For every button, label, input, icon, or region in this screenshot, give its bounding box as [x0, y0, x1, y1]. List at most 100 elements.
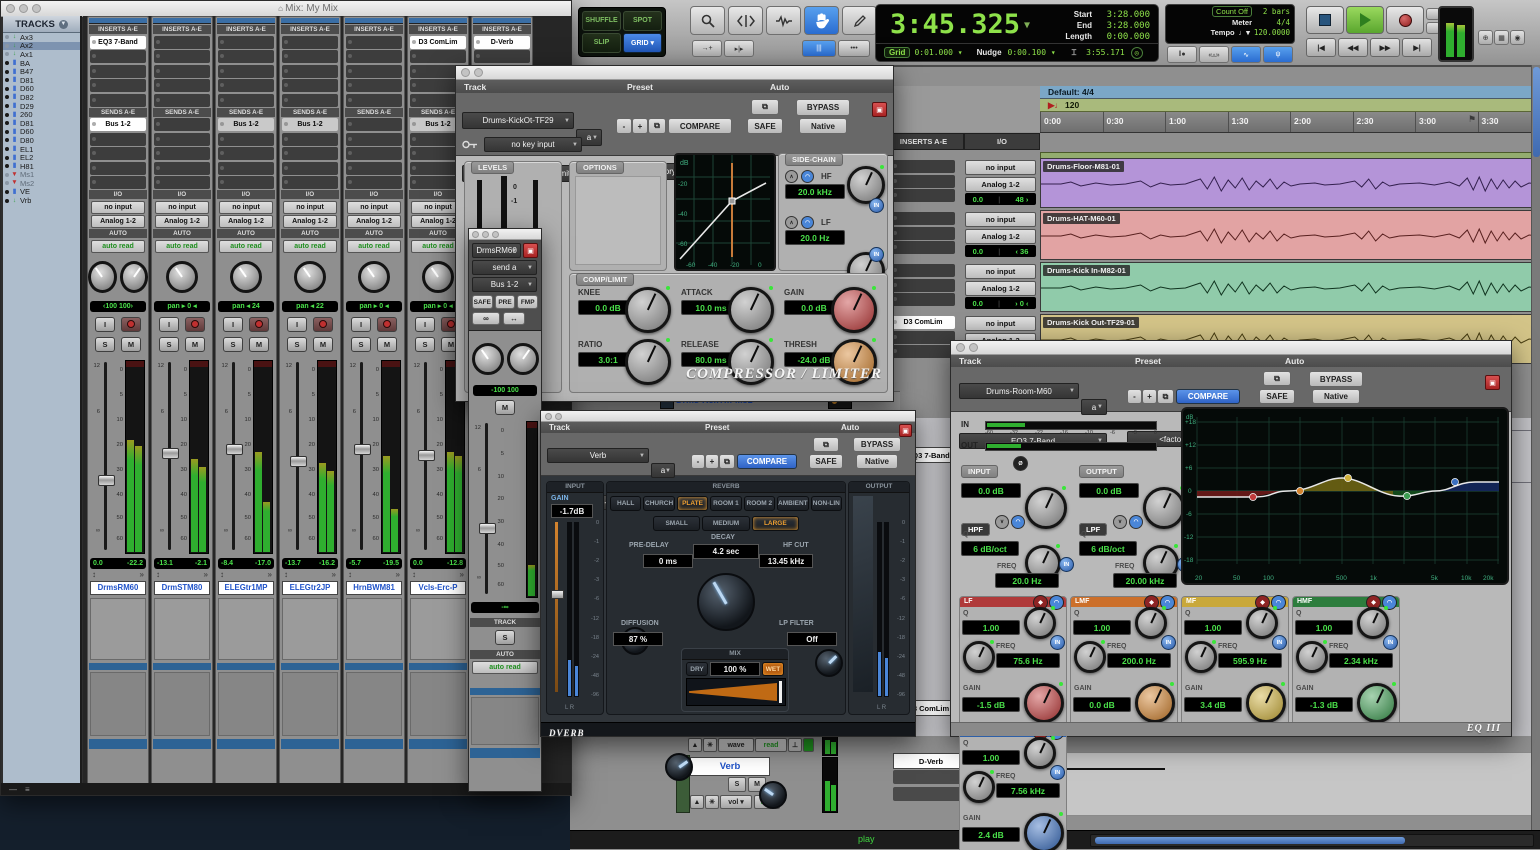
- track-height-button[interactable]: ⊥: [788, 738, 802, 752]
- tempo-ruler[interactable]: ▶♩120: [1040, 99, 1540, 112]
- input-selector[interactable]: no input: [347, 201, 401, 214]
- track-visibility-dot[interactable]: [5, 190, 9, 194]
- band-in-button[interactable]: IN: [1383, 635, 1398, 650]
- wet-button[interactable]: WET: [762, 662, 784, 676]
- send-slot[interactable]: [346, 147, 402, 160]
- track-visibility-dot[interactable]: [5, 61, 9, 65]
- librarian-icon[interactable]: ⧉: [648, 118, 666, 134]
- go-to-end-button[interactable]: ▶|: [1402, 38, 1432, 57]
- key-input-selector[interactable]: no key input▼: [484, 137, 582, 152]
- input-selector[interactable]: no input: [965, 212, 1036, 227]
- insert-slot-a[interactable]: [154, 36, 210, 49]
- input-selector[interactable]: no input: [965, 160, 1036, 175]
- tab-to-transient-button[interactable]: →+: [692, 40, 722, 57]
- updown-icon[interactable]: ↕: [284, 570, 288, 579]
- insert-slot[interactable]: [891, 293, 955, 306]
- track-visibility-dot[interactable]: [5, 130, 9, 134]
- vertical-scrollbar[interactable]: [1531, 65, 1540, 830]
- filter-knee-icon[interactable]: ◠: [1011, 515, 1025, 529]
- volume-pan-display[interactable]: 0.0|48 ›: [965, 193, 1036, 205]
- pan-knob[interactable]: [422, 261, 454, 293]
- insert-slot[interactable]: [282, 65, 338, 78]
- minimize-icon[interactable]: [19, 4, 28, 13]
- track-view-selector[interactable]: wave: [718, 738, 754, 752]
- timeline-ruler[interactable]: 0:000:301:001:302:002:303:003:30: [1040, 112, 1540, 133]
- send-slot[interactable]: [346, 176, 402, 189]
- input-monitor-button[interactable]: I: [159, 317, 179, 332]
- track-visibility-dot[interactable]: [5, 87, 9, 91]
- track-visibility-dot[interactable]: [5, 156, 9, 160]
- rewind-button[interactable]: ◀◀: [1338, 38, 1368, 57]
- dry-button[interactable]: DRY: [686, 662, 708, 676]
- send-pan-knob-left[interactable]: [472, 343, 504, 375]
- preset-plus-button[interactable]: +: [1142, 389, 1157, 404]
- track-visibility-dot[interactable]: [5, 173, 9, 177]
- insert-position-selector[interactable]: a▼: [651, 463, 675, 478]
- toolbar-extra-button-1[interactable]: ⊕: [1478, 30, 1493, 45]
- fader-cap[interactable]: [98, 475, 115, 486]
- mute-button[interactable]: M: [185, 337, 205, 352]
- track-visibility-dot[interactable]: [5, 138, 9, 142]
- tracks-list-item[interactable]: ▮ H81: [3, 162, 80, 171]
- target-button[interactable]: ▣: [1485, 375, 1500, 390]
- group-box[interactable]: [154, 672, 210, 736]
- insert-slot[interactable]: [346, 94, 402, 107]
- scrollbar-thumb[interactable]: [1533, 67, 1540, 157]
- automation-mode-selector[interactable]: auto read: [347, 240, 401, 253]
- preset-plus-button[interactable]: +: [705, 454, 719, 469]
- track-name-button[interactable]: ELEGtr1MP: [218, 581, 274, 595]
- mute-button[interactable]: M: [377, 337, 397, 352]
- polarity-button[interactable]: Ø: [1013, 456, 1028, 471]
- filter-type-icon[interactable]: ∨: [1113, 515, 1127, 529]
- send-safe-button[interactable]: SAFE: [472, 295, 493, 309]
- band-freq-display[interactable]: 200.0 Hz: [1107, 653, 1171, 668]
- algorithm-button[interactable]: ROOM 2: [744, 496, 775, 511]
- band-freq-knob[interactable]: [1296, 641, 1328, 673]
- band-q-knob[interactable]: [1024, 737, 1056, 769]
- hfcut-knob[interactable]: [815, 649, 843, 677]
- compare-button[interactable]: COMPARE: [1176, 389, 1240, 404]
- band-gain-display[interactable]: 2.4 dB: [962, 827, 1020, 842]
- track-name-button[interactable]: HrnBWM81: [346, 581, 402, 595]
- insert-slot[interactable]: [891, 279, 955, 292]
- insert-slot-a[interactable]: [346, 36, 402, 49]
- filter-shelf-icon[interactable]: ◠: [801, 170, 814, 183]
- insert-slot[interactable]: [891, 212, 955, 225]
- record-button[interactable]: [1386, 6, 1424, 34]
- tracks-list-item[interactable]: ▮ D60: [3, 85, 80, 94]
- send-mute-button[interactable]: M: [495, 400, 515, 415]
- lpf-freq-display[interactable]: 20.00 kHz: [1113, 573, 1177, 588]
- band-freq-knob[interactable]: [963, 771, 995, 803]
- insert-slot[interactable]: [154, 50, 210, 63]
- comments-box[interactable]: [282, 598, 338, 660]
- verb-insert-dverb[interactable]: D-Verb: [893, 753, 969, 769]
- updown-icon[interactable]: ↕: [412, 570, 416, 579]
- lpf-slope-display[interactable]: 6 dB/oct: [1079, 541, 1137, 556]
- mute-button[interactable]: M: [313, 337, 333, 352]
- fader-cap[interactable]: [162, 448, 179, 459]
- algorithm-button[interactable]: CHURCH: [643, 496, 674, 511]
- grabber-tool-button[interactable]: [804, 6, 839, 35]
- meter-ruler[interactable]: Default: 4/4: [1040, 86, 1540, 99]
- band-freq-knob[interactable]: [963, 641, 995, 673]
- band-in-button[interactable]: IN: [1050, 765, 1065, 780]
- tracks-list-item[interactable]: ▮ B47: [3, 67, 80, 76]
- insertion-follows-playback-button[interactable]: ▸|▸: [724, 40, 754, 57]
- horizontal-scrollbar[interactable]: [1090, 834, 1534, 847]
- drag-handle-icon[interactable]: —: [9, 785, 17, 794]
- send-automation-selector[interactable]: auto read: [472, 661, 538, 674]
- insert-slot[interactable]: [893, 787, 967, 801]
- track-visibility-dot[interactable]: [5, 121, 9, 125]
- track-view-speaker-icon[interactable]: ▲: [688, 738, 702, 752]
- stop-button[interactable]: [1306, 6, 1344, 34]
- send-slot[interactable]: [282, 147, 338, 160]
- insert-slot[interactable]: [154, 79, 210, 92]
- plugin-title-bar[interactable]: [951, 341, 1511, 355]
- track-visibility-dot[interactable]: [5, 95, 9, 99]
- diffusion-display[interactable]: 87 %: [613, 632, 663, 646]
- lf-in-button[interactable]: IN: [869, 247, 884, 262]
- insert-slot[interactable]: [891, 331, 955, 344]
- insert-slot-a[interactable]: [218, 36, 274, 49]
- send-slot-a[interactable]: [346, 118, 402, 131]
- play-button[interactable]: [1346, 6, 1384, 34]
